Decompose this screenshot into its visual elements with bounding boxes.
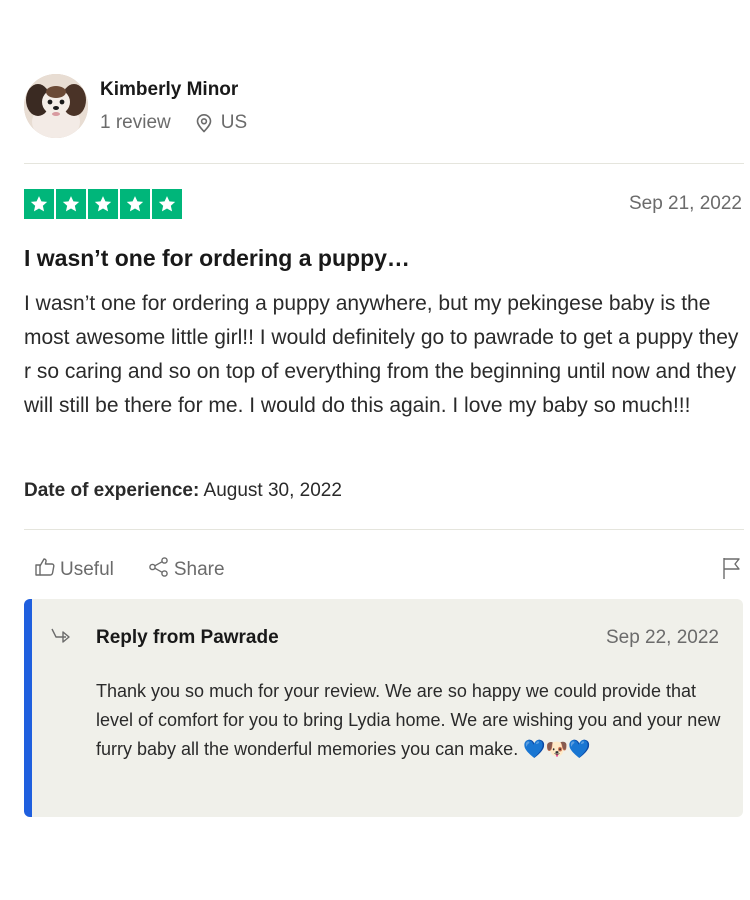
star-icon xyxy=(24,189,54,219)
reply-title: Reply from Pawrade xyxy=(96,627,279,648)
reply-message: Thank you so much for your review. We ar… xyxy=(96,681,721,759)
review-actions: Useful Share xyxy=(34,556,225,584)
reply-text: Thank you so much for your review. We ar… xyxy=(96,677,726,764)
reply-date: Sep 22, 2022 xyxy=(605,627,719,648)
review-count: 1 review xyxy=(100,112,171,133)
avatar[interactable] xyxy=(24,74,88,138)
company-reply: Reply from Pawrade Sep 22, 2022 Thank yo… xyxy=(24,599,743,817)
reviewer-meta: 1 review US xyxy=(100,112,247,134)
review-card: Kimberly Minor 1 review US Sep 21, 2022 … xyxy=(0,0,750,900)
share-button[interactable]: Share xyxy=(148,556,225,584)
location-pin-icon xyxy=(195,113,213,133)
star-icon xyxy=(56,189,86,219)
useful-button[interactable]: Useful xyxy=(34,556,114,584)
experience-date: August 30, 2022 xyxy=(203,480,342,501)
reviewer-name[interactable]: Kimberly Minor xyxy=(100,79,238,101)
reply-emoji: 💙🐶💙 xyxy=(523,739,591,760)
divider xyxy=(24,163,744,164)
share-label: Share xyxy=(173,559,225,580)
star-icon xyxy=(152,189,182,219)
review-body: I wasn’t one for ordering a puppy anywhe… xyxy=(24,292,739,417)
useful-label: Useful xyxy=(60,559,114,580)
reply-arrow-icon xyxy=(50,627,74,652)
review-date: Sep 21, 2022 xyxy=(628,193,742,214)
thumbs-up-icon xyxy=(34,556,60,584)
star-icon xyxy=(120,189,150,219)
flag-icon[interactable] xyxy=(722,556,742,585)
review-title[interactable]: I wasn’t one for ordering a puppy… xyxy=(24,245,410,272)
star-icon xyxy=(88,189,118,219)
reviewer-location: US xyxy=(220,112,248,133)
experience-label: Date of experience: xyxy=(24,480,200,501)
star-rating xyxy=(24,189,182,219)
share-icon xyxy=(148,556,174,584)
divider xyxy=(24,529,744,530)
date-of-experience: Date of experience: August 30, 2022 xyxy=(24,480,342,502)
